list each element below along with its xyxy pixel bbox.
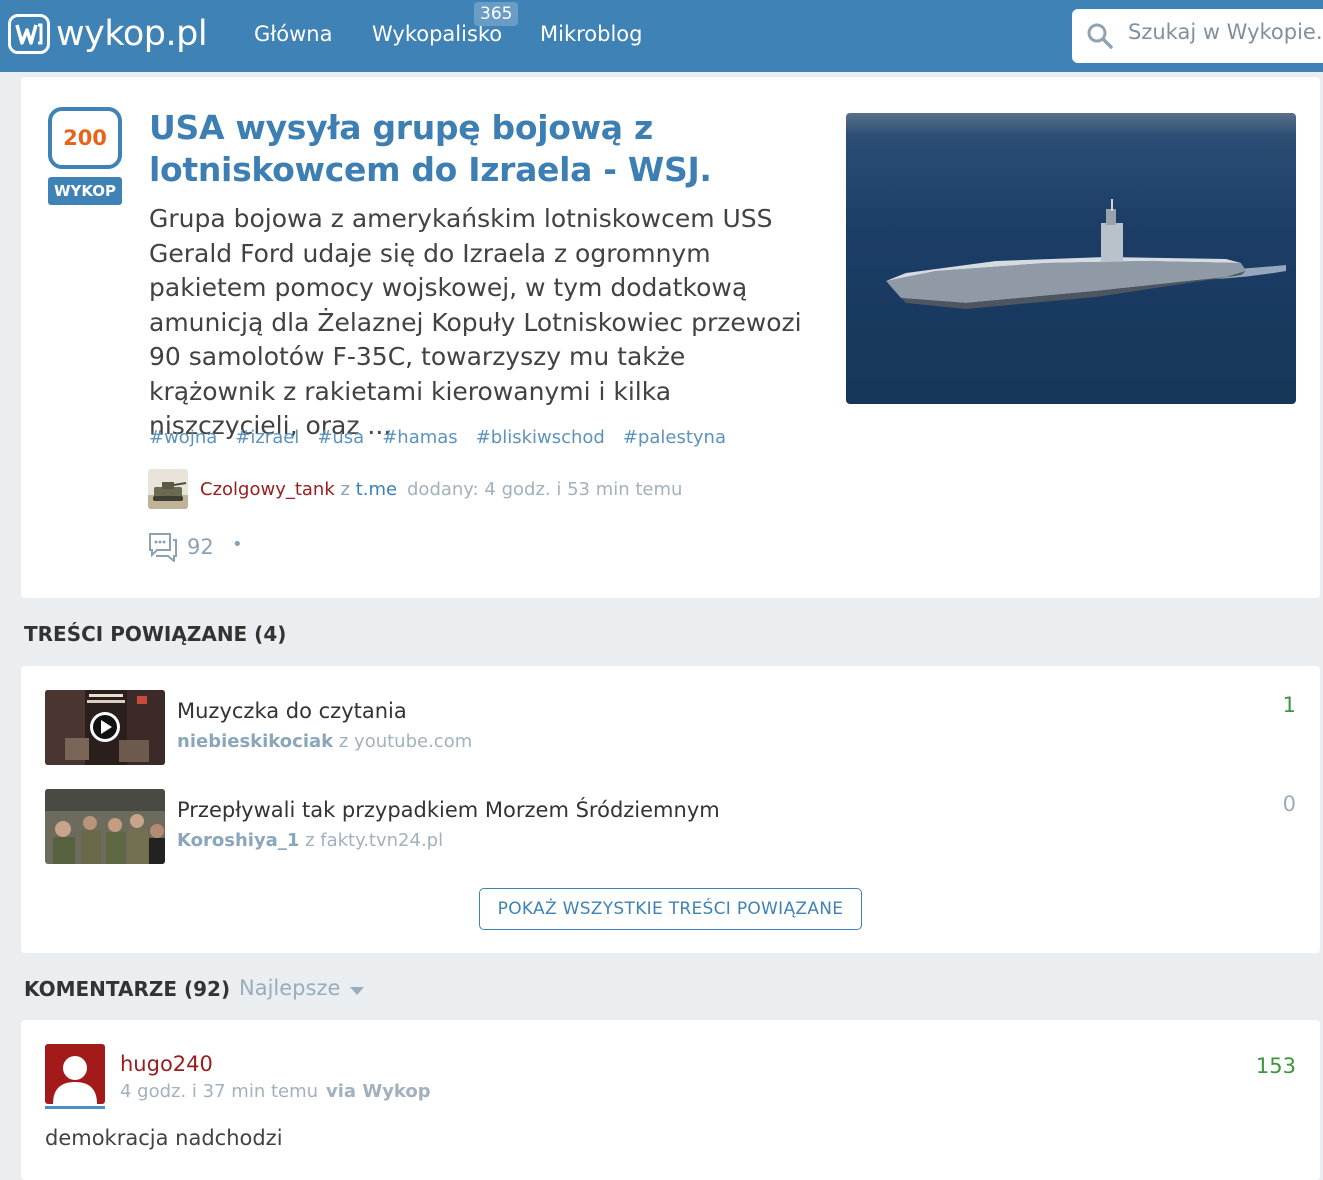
- avatar[interactable]: [45, 1044, 105, 1104]
- article-source[interactable]: t.me: [356, 479, 397, 500]
- article-card: 200 WYKOP USA wysyła grupę bojową z lotn…: [21, 77, 1320, 598]
- wykop-button[interactable]: WYKOP: [48, 177, 122, 205]
- tag-palestyna[interactable]: #palestyna: [623, 427, 726, 448]
- related-author[interactable]: Koroshiya_1: [177, 830, 299, 851]
- comments-heading: KOMENTARZE (92): [24, 977, 231, 1001]
- related-card: Muzyczka do czytania niebieskikociak z y…: [21, 666, 1320, 953]
- sort-label: Najlepsze: [239, 976, 341, 1000]
- tag-izrael[interactable]: #izrael: [235, 427, 299, 448]
- related-score: 1: [1282, 693, 1296, 717]
- separator-dot: •: [232, 534, 243, 555]
- from-word: z: [340, 479, 350, 500]
- logo[interactable]: wykop.pl: [8, 14, 208, 54]
- comment-score: 153: [1255, 1054, 1296, 1078]
- related-title[interactable]: Muzyczka do czytania: [177, 699, 407, 723]
- related-title[interactable]: Przepływali tak przypadkiem Morzem Śródz…: [177, 798, 720, 822]
- search-input[interactable]: [1126, 19, 1323, 45]
- comment-card: hugo240 4 godz. i 37 min temu via Wykop 1…: [21, 1020, 1320, 1180]
- from-word: z: [338, 731, 349, 752]
- author-name[interactable]: Czolgowy_tank: [200, 479, 335, 500]
- comment-via: via Wykop: [326, 1081, 431, 1102]
- tag-hamas[interactable]: #hamas: [382, 427, 457, 448]
- comment-text: demokracja nadchodzi: [45, 1126, 283, 1150]
- tag-usa[interactable]: #usa: [317, 427, 364, 448]
- author-avatar[interactable]: [148, 469, 188, 509]
- article-image[interactable]: [846, 113, 1296, 404]
- wykopalisko-count-badge: 365: [474, 2, 519, 26]
- tag-list: #wojna #izrael #usa #hamas #bliskiwschod…: [149, 427, 726, 448]
- author-line: Czolgowy_tank z t.me: [200, 479, 397, 500]
- related-source[interactable]: youtube.com: [354, 731, 472, 752]
- sort-dropdown[interactable]: Najlepsze: [239, 976, 365, 1000]
- related-meta: niebieskikociak z youtube.com: [177, 731, 472, 752]
- related-thumbnail[interactable]: [45, 690, 165, 765]
- from-word: z: [305, 830, 315, 851]
- search-box[interactable]: [1072, 9, 1323, 63]
- search-icon[interactable]: [1086, 22, 1114, 54]
- related-heading: TREŚCI POWIĄZANE (4): [24, 622, 287, 646]
- nav-glowna[interactable]: Główna: [254, 22, 332, 46]
- related-author[interactable]: niebieskikociak: [177, 731, 333, 752]
- related-meta: Koroshiya_1 z fakty.tvn24.pl: [177, 830, 443, 851]
- tag-wojna[interactable]: #wojna: [149, 427, 217, 448]
- logo-icon: [8, 14, 50, 54]
- show-all-related-button[interactable]: POKAŻ WSZYSTKIE TREŚCI POWIĄZANE: [479, 888, 862, 930]
- vote-count: 200: [48, 107, 122, 169]
- related-source[interactable]: fakty.tvn24.pl: [320, 830, 443, 851]
- chevron-down-icon: [350, 976, 365, 1000]
- comment-meta: 4 godz. i 37 min temu via Wykop: [120, 1081, 431, 1102]
- top-bar: wykop.pl Główna Wykopalisko 365 Mikroblo…: [0, 0, 1323, 72]
- nav-mikroblog[interactable]: Mikroblog: [540, 22, 642, 46]
- comment-time[interactable]: 4 godz. i 37 min temu: [120, 1081, 318, 1102]
- tag-bliskiwschod[interactable]: #bliskiwschod: [476, 427, 605, 448]
- comments-icon[interactable]: [148, 532, 178, 566]
- related-thumbnail[interactable]: [45, 789, 165, 864]
- article-title[interactable]: USA wysyła grupę bojową z lotniskowcem d…: [149, 107, 809, 191]
- comment-username[interactable]: hugo240: [120, 1052, 213, 1076]
- added-time: dodany: 4 godz. i 53 min temu: [407, 479, 683, 500]
- article-description[interactable]: Grupa bojowa z amerykańskim lotniskowcem…: [149, 202, 819, 444]
- related-score: 0: [1282, 792, 1296, 816]
- logo-text: wykop.pl: [56, 14, 208, 54]
- avatar-underline: [45, 1106, 105, 1109]
- comments-count[interactable]: 92: [187, 535, 214, 559]
